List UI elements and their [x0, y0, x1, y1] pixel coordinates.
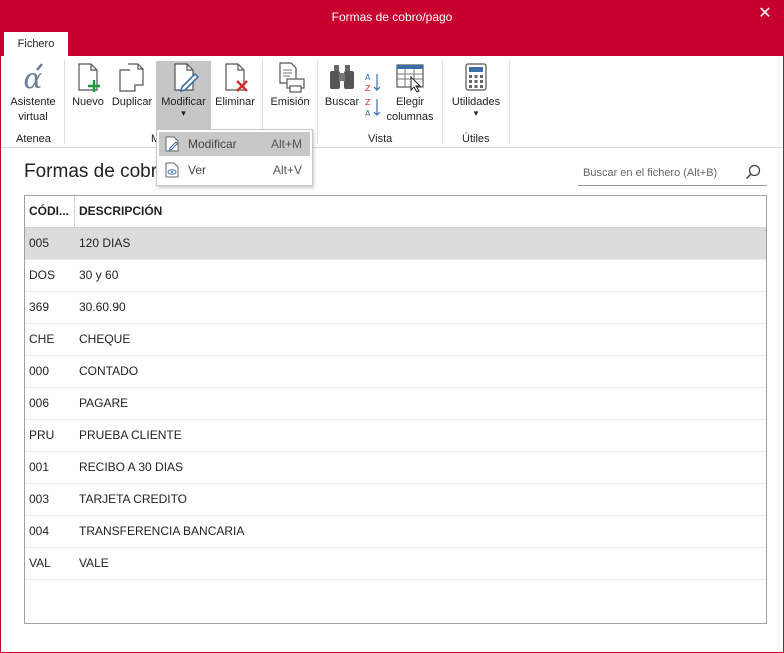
column-header-code[interactable]: CÓDI... [25, 196, 75, 227]
table-row[interactable]: VAL VALE [25, 548, 766, 580]
table-row[interactable]: 369 30.60.90 [25, 292, 766, 324]
cell-description: CONTADO [79, 364, 139, 378]
eliminar-button[interactable]: Eliminar [213, 61, 257, 110]
view-document-icon [165, 162, 179, 178]
search-input[interactable] [583, 164, 733, 182]
buscar-label: Buscar [324, 96, 360, 108]
asistente-virtual-button[interactable]: α Asistente virtual [7, 61, 59, 125]
search-box [578, 160, 767, 186]
cell-description: PAGARE [79, 396, 129, 410]
group-label-atenea: Atenea [16, 133, 51, 145]
group-label-utiles: Útiles [462, 133, 490, 145]
cell-code: 369 [29, 300, 50, 314]
cell-description: RECIBO A 30 DIAS [79, 460, 184, 474]
table-row[interactable]: 005 120 DIAS [25, 228, 766, 260]
nuevo-button[interactable]: Nuevo [69, 61, 107, 110]
duplicar-label: Duplicar [111, 96, 153, 108]
edit-document-icon [165, 136, 179, 152]
nuevo-label: Nuevo [72, 96, 104, 108]
cell-code: CHE [29, 332, 55, 346]
new-document-icon [78, 63, 100, 92]
cell-description: TARJETA CREDITO [79, 492, 188, 506]
tab-fichero[interactable]: Fichero [4, 32, 68, 56]
title-bar: Formas de cobro/pago ✕ Fichero [1, 1, 783, 56]
table-row[interactable]: PRU PRUEBA CLIENTE [25, 420, 766, 452]
records-table: CÓDI... DESCRIPCIÓN 005 120 DIAS DOS 30 y 6… [24, 195, 767, 624]
menu-item-shortcut: Alt+M [270, 137, 302, 151]
cell-description: TRANSFERENCIA BANCARIA [79, 524, 245, 538]
cell-code: 004 [29, 524, 50, 538]
cell-code: 001 [29, 460, 50, 474]
cell-code: 000 [29, 364, 50, 378]
table-row[interactable]: 003 TARJETA CREDITO [25, 484, 766, 516]
table-row[interactable]: 000 CONTADO [25, 356, 766, 388]
table-row[interactable]: 006 PAGARE [25, 388, 766, 420]
elegir-columnas-button[interactable]: Elegir columnas [384, 61, 436, 125]
print-icon [279, 62, 305, 93]
ribbon-separator [509, 60, 510, 144]
cell-description: CHEQUE [79, 332, 131, 346]
table-row[interactable]: DOS 30 y 60 [25, 260, 766, 292]
close-button[interactable]: ✕ [755, 4, 775, 24]
binoculars-icon [330, 65, 354, 89]
ribbon-separator [64, 60, 65, 144]
utilidades-button[interactable]: Utilidades ▾ [448, 61, 504, 121]
svg-text:Z: Z [365, 98, 371, 107]
calculator-icon [465, 63, 487, 91]
group-label-vista: Vista [368, 133, 393, 145]
table-row[interactable]: 004 TRANSFERENCIA BANCARIA [25, 516, 766, 548]
alpha-icon: α [24, 62, 43, 93]
menu-item-label: Modificar [188, 137, 237, 151]
emision-label: Emisión [270, 96, 310, 108]
cell-description: 120 DIAS [79, 236, 131, 250]
duplicate-icon [119, 63, 144, 92]
search-icon[interactable] [745, 164, 761, 180]
delete-document-icon [225, 63, 248, 92]
cell-code: DOS [29, 268, 56, 282]
cell-description: 30.60.90 [79, 300, 126, 314]
ribbon-separator [317, 60, 318, 144]
table-row[interactable]: CHE CHEQUE [25, 324, 766, 356]
cell-code: VAL [29, 556, 51, 570]
sort-ascending-icon[interactable]: A Z [363, 71, 381, 93]
elegir-label-2: columnas [386, 111, 434, 123]
cell-description: PRUEBA CLIENTE [79, 428, 182, 442]
edit-document-icon [173, 63, 199, 93]
sort-descending-icon[interactable]: Z A [363, 96, 381, 118]
elegir-label-1: Elegir [395, 96, 425, 108]
svg-text:Z: Z [365, 84, 371, 93]
page-title: Formas de cobro [24, 161, 168, 182]
modificar-dropdown-menu: Modificar Alt+M Ver Alt+V [156, 129, 313, 186]
modificar-button[interactable]: Modificar ▾ [156, 61, 211, 130]
svg-text:A: A [365, 109, 371, 118]
ribbon: α Asistente virtual Atenea Nuevo Duplica… [1, 56, 783, 148]
menu-item-modificar[interactable]: Modificar Alt+M [159, 132, 310, 156]
asistente-label-1: Asistente [10, 96, 56, 108]
cell-code: 003 [29, 492, 50, 506]
duplicar-button[interactable]: Duplicar [109, 61, 155, 110]
columns-icon [396, 64, 424, 93]
cell-description: 30 y 60 [79, 268, 119, 282]
ribbon-separator [442, 60, 443, 144]
asistente-label-2: virtual [18, 111, 48, 123]
app-window: Formas de cobro/pago ✕ Fichero α Asisten… [0, 0, 784, 653]
cell-code: 005 [29, 236, 50, 250]
cell-code: PRU [29, 428, 55, 442]
window-title: Formas de cobro/pago [331, 10, 453, 24]
table-row[interactable]: 001 RECIBO A 30 DIAS [25, 452, 766, 484]
menu-item-shortcut: Alt+V [272, 163, 302, 177]
cell-code: 006 [29, 396, 50, 410]
eliminar-label: Eliminar [215, 96, 255, 108]
emision-button[interactable]: Emisión [268, 61, 312, 110]
column-header-description[interactable]: DESCRIPCIÓN [79, 196, 162, 227]
buscar-button[interactable]: Buscar [323, 61, 361, 110]
cell-description: VALE [79, 556, 109, 570]
menu-item-label: Ver [188, 163, 207, 177]
table-header: CÓDI... DESCRIPCIÓN [25, 196, 766, 228]
svg-text:A: A [365, 73, 371, 82]
menu-item-ver[interactable]: Ver Alt+V [159, 158, 310, 182]
